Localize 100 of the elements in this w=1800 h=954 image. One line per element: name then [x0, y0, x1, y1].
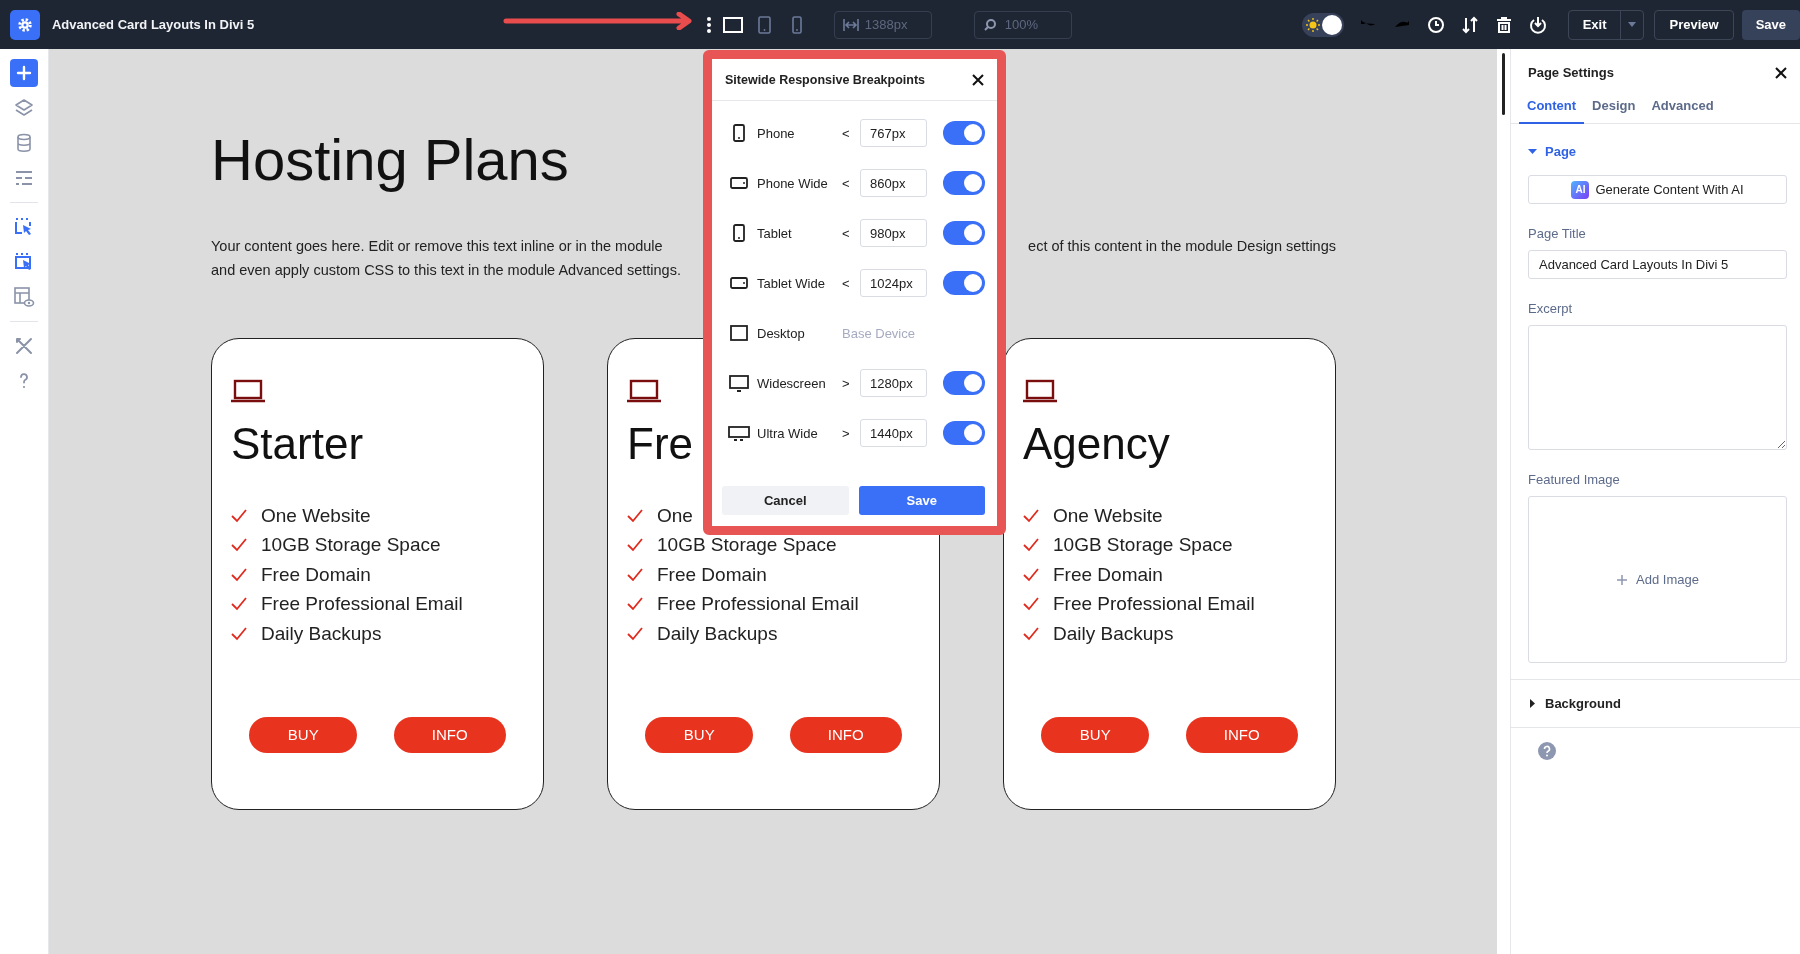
feature-text: 10GB Storage Space — [1053, 534, 1233, 557]
feature-text: Free Domain — [1053, 563, 1163, 586]
breakpoint-field[interactable]: 1440px — [860, 419, 927, 447]
section-toggle[interactable]: Background — [1528, 696, 1621, 711]
help-icon[interactable] — [1538, 742, 1556, 760]
check-icon — [627, 626, 643, 641]
check-icon — [1023, 538, 1039, 553]
check-icon — [1023, 597, 1039, 612]
add-button[interactable] — [10, 59, 38, 87]
device-label: Ultra Wide — [756, 425, 819, 441]
feature-text: 10GB Storage Space — [261, 534, 441, 557]
check-icon — [627, 508, 643, 523]
clock-icon[interactable] — [1425, 14, 1446, 35]
breakpoint-field[interactable]: 767px — [860, 119, 927, 147]
device-label: Tablet Wide — [756, 275, 826, 291]
close-icon[interactable] — [971, 72, 985, 87]
feature-text: Daily Backups — [657, 622, 778, 645]
page-title: Advanced Card Layouts In Divi 5 — [51, 17, 255, 32]
toggle-switch[interactable] — [943, 221, 985, 245]
check-icon — [627, 567, 643, 582]
breakpoint-field[interactable]: 860px — [860, 169, 927, 197]
info-button[interactable]: INFO — [789, 716, 902, 753]
device-label: Widescreen — [756, 375, 827, 391]
save-button[interactable]: Save — [1741, 9, 1800, 40]
theme-toggle[interactable] — [1301, 12, 1344, 37]
plan-title: Agency — [1023, 418, 1170, 470]
operator-text: > — [842, 375, 851, 391]
close-icon[interactable] — [1774, 65, 1788, 80]
toggle-switch[interactable] — [943, 271, 985, 295]
laptop-icon — [627, 379, 661, 403]
feature-text: One Website — [261, 504, 371, 527]
check-icon — [627, 597, 643, 612]
device-label: Phone — [756, 125, 796, 141]
feature-text: Daily Backups — [261, 622, 382, 645]
zoom-field[interactable]: 100% — [973, 10, 1072, 39]
breakpoint-field[interactable]: 1024px — [860, 269, 927, 297]
body-text: Your content goes here. Edit or remove this text inline or in the module — [211, 237, 663, 256]
plus-icon — [1616, 573, 1629, 586]
sun-icon — [1305, 17, 1320, 32]
breakpoint-field[interactable]: 980px — [860, 219, 927, 247]
info-button[interactable]: INFO — [1185, 716, 1298, 753]
laptop-icon — [231, 379, 265, 403]
kebab-menu-icon[interactable] — [705, 15, 712, 34]
feature-text: One — [657, 504, 693, 527]
page-heading: Hosting Plans — [211, 126, 569, 194]
info-button[interactable]: INFO — [393, 716, 506, 753]
feature-text: Free Domain — [657, 563, 767, 586]
toggle-switch[interactable] — [943, 421, 985, 445]
check-icon — [1023, 508, 1039, 523]
check-icon — [627, 538, 643, 553]
plan-title: Fre — [627, 418, 693, 470]
cancel-button[interactable]: Cancel — [722, 486, 849, 515]
power-icon[interactable] — [1527, 14, 1548, 35]
save-button[interactable]: Save — [858, 486, 985, 515]
settings-tab[interactable]: Design — [1584, 90, 1644, 124]
check-icon — [1023, 567, 1039, 582]
sort-arrows-icon[interactable] — [1459, 14, 1480, 35]
toggle-switch[interactable] — [943, 371, 985, 395]
preview-button[interactable]: Preview — [1654, 9, 1734, 40]
operator-text: < — [842, 225, 851, 241]
dialog-title: Sitewide Responsive Breakpoints — [725, 72, 926, 87]
device-label: Phone Wide — [756, 175, 829, 191]
breakpoint-field[interactable]: 1280px — [860, 369, 927, 397]
gear-logo-icon[interactable] — [10, 9, 40, 40]
feature-text: One Website — [1053, 504, 1163, 527]
exit-button[interactable]: Exit — [1567, 9, 1645, 40]
section-toggle[interactable]: Page — [1511, 124, 1577, 159]
feature-text: 10GB Storage Space — [657, 534, 837, 557]
field-label: Excerpt — [1528, 301, 1574, 316]
width-arrows-icon — [842, 17, 859, 32]
base-device-note: Base Device — [842, 325, 915, 341]
feature-text: Free Professional Email — [261, 593, 463, 616]
operator-text: < — [842, 175, 851, 191]
generate-ai-button[interactable]: AI Generate Content With AI — [1528, 175, 1787, 204]
operator-text: > — [842, 425, 851, 441]
toggle-switch[interactable] — [943, 121, 985, 145]
buy-button[interactable]: BUY — [249, 716, 358, 753]
excerpt-field[interactable] — [1528, 325, 1787, 450]
settings-tab[interactable]: Advanced — [1643, 90, 1722, 124]
body-text: and even apply custom CSS to this text in the module Advanced settings. — [211, 261, 681, 280]
device-label: Tablet — [756, 225, 793, 241]
device-label: Desktop — [756, 325, 806, 341]
settings-tab[interactable]: Content — [1519, 90, 1585, 124]
buy-button[interactable]: BUY — [1041, 716, 1150, 753]
check-icon — [1023, 626, 1039, 641]
feature-text: Free Professional Email — [1053, 593, 1255, 616]
width-field[interactable]: 1388px — [833, 10, 932, 39]
operator-text: < — [842, 275, 851, 291]
feature-text: Free Domain — [261, 563, 371, 586]
buy-button[interactable]: BUY — [645, 716, 754, 753]
body-text: ect of this content in the module Design settings — [1028, 237, 1336, 256]
field-label: Featured Image — [1528, 472, 1621, 487]
add-image-button[interactable]: Add Image — [1610, 571, 1705, 588]
check-icon — [231, 567, 247, 582]
page-title-field[interactable]: Advanced Card Layouts In Divi 5 — [1528, 250, 1787, 279]
field-label: Page Title — [1528, 226, 1587, 241]
toggle-switch[interactable] — [943, 171, 985, 195]
plan-title: Starter — [231, 418, 364, 470]
feature-text: Free Professional Email — [657, 593, 859, 616]
scrollbar[interactable] — [1502, 53, 1505, 115]
